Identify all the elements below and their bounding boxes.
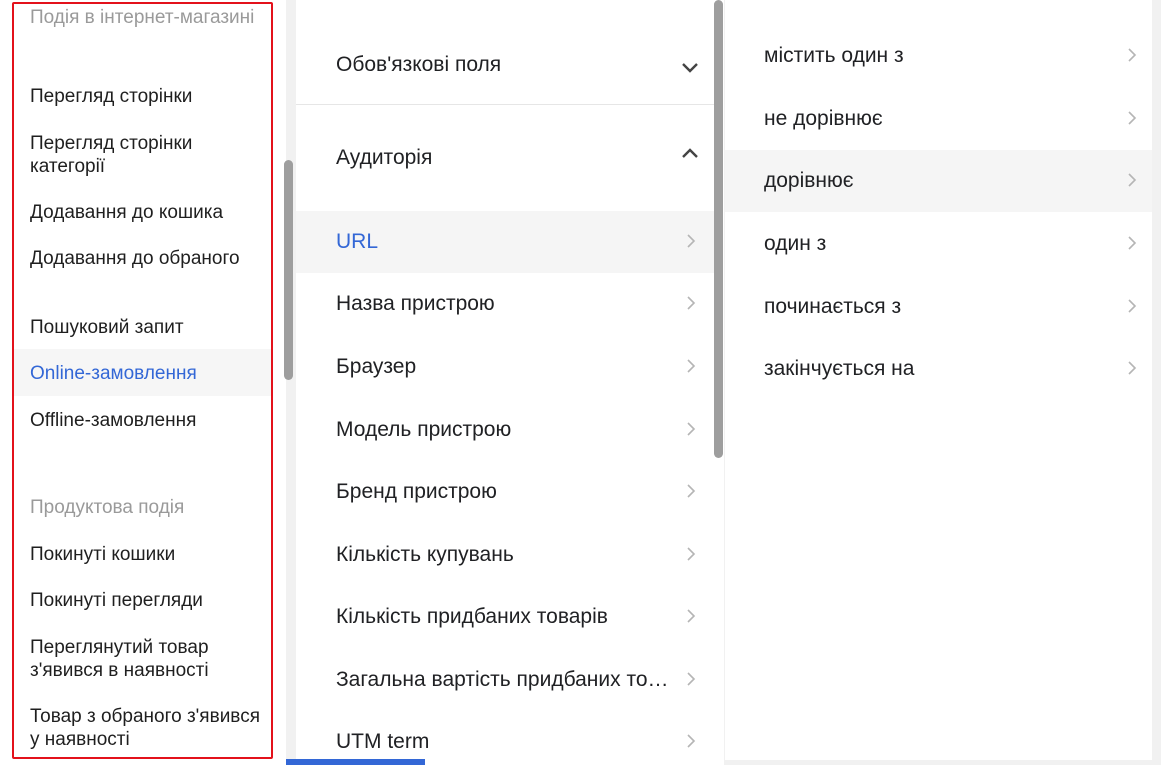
operator-one-of[interactable]: один з xyxy=(725,213,1152,275)
menu-item-offline-order[interactable]: Offline-замовлення xyxy=(13,409,271,432)
chevron-right-icon xyxy=(1128,173,1137,187)
operator-starts-with[interactable]: починається з xyxy=(725,276,1152,338)
menu-item-viewed-back-in-stock[interactable]: Переглянутий товар з'явився в наявності xyxy=(13,636,271,682)
menu-item-favorite-back-in-stock[interactable]: Товар з обраного з'явився у наявності xyxy=(13,705,271,751)
field-item-label: Модель пристрою xyxy=(336,418,512,441)
fields-panel: Обов'язкові поля Аудиторія URL Назва при… xyxy=(296,0,724,765)
fields-scrollbar[interactable] xyxy=(714,0,723,458)
chevron-right-icon xyxy=(687,672,696,686)
event-type-menu: Подія в інтернет-магазині Перегляд сторі… xyxy=(0,0,286,765)
field-item-utm-term[interactable]: UTM term xyxy=(296,711,716,765)
field-item-label: UTM term xyxy=(336,730,430,753)
menu-item-online-order[interactable]: Online-замовлення xyxy=(13,362,271,385)
operator-label: не дорівнює xyxy=(764,107,883,130)
chevron-right-icon xyxy=(687,484,696,498)
menu-item-category-page-view[interactable]: Перегляд сторінки категорії xyxy=(13,132,271,178)
menu-item-abandoned-views[interactable]: Покинуті перегляди xyxy=(13,589,271,612)
field-item-device-brand[interactable]: Бренд пристрою xyxy=(296,461,716,523)
chevron-right-icon xyxy=(687,296,696,310)
operator-label: дорівнює xyxy=(764,169,854,192)
right-edge xyxy=(1152,0,1161,765)
operator-label: закінчується на xyxy=(764,357,915,380)
field-item-label: Загальна вартість придбаних товарів xyxy=(336,668,672,691)
section-audience[interactable]: Аудиторія xyxy=(296,146,716,170)
operator-equals[interactable]: дорівнює xyxy=(725,150,1152,212)
field-item-purchased-goods-count[interactable]: Кількість придбаних товарів xyxy=(296,586,716,648)
operator-label: починається з xyxy=(764,295,902,318)
field-item-label: URL xyxy=(336,230,379,253)
chevron-right-icon xyxy=(1128,299,1137,313)
chevron-right-icon xyxy=(687,234,696,248)
horizontal-scroll-indicator[interactable] xyxy=(286,759,425,765)
field-item-label: Кількість придбаних товарів xyxy=(336,605,608,628)
chevron-right-icon xyxy=(687,547,696,561)
field-item-total-purchase-value[interactable]: Загальна вартість придбаних товарів xyxy=(296,649,716,711)
operator-label: один з xyxy=(764,232,827,255)
field-item-label: Назва пристрою xyxy=(336,292,495,315)
operator-contains-one-of[interactable]: містить один з xyxy=(725,25,1152,87)
chevron-right-icon xyxy=(1128,361,1137,375)
chevron-right-icon xyxy=(1128,236,1137,250)
chevron-down-icon[interactable] xyxy=(680,57,700,77)
menu-item-abandoned-carts[interactable]: Покинуті кошики xyxy=(13,543,271,566)
field-item-device-name[interactable]: Назва пристрою xyxy=(296,273,716,335)
chevron-right-icon xyxy=(687,609,696,623)
section-audience-label: Аудиторія xyxy=(336,146,433,169)
menu-item-page-view[interactable]: Перегляд сторінки xyxy=(13,85,271,108)
section-required-fields-label: Обов'язкові поля xyxy=(336,53,502,76)
field-item-label: Кількість купувань xyxy=(336,543,514,566)
section-divider xyxy=(296,104,716,105)
menu-item-add-to-cart[interactable]: Додавання до кошика xyxy=(13,201,271,224)
field-item-purchase-count[interactable]: Кількість купувань xyxy=(296,524,716,586)
chevron-right-icon xyxy=(687,422,696,436)
chevron-up-icon[interactable] xyxy=(680,143,700,163)
section-required-fields[interactable]: Обов'язкові поля xyxy=(296,53,716,77)
field-item-label: Бренд пристрою xyxy=(336,480,497,503)
chevron-right-icon xyxy=(1128,111,1137,125)
group-header-shop-events: Подія в інтернет-магазині xyxy=(30,7,255,28)
menu-item-add-to-favorites[interactable]: Додавання до обраного xyxy=(13,247,271,270)
chevron-right-icon xyxy=(1128,48,1137,62)
field-item-url[interactable]: URL xyxy=(296,211,716,273)
field-item-browser[interactable]: Браузер xyxy=(296,336,716,398)
chevron-right-icon xyxy=(687,359,696,373)
chevron-right-icon xyxy=(687,734,696,748)
menu-item-search-query[interactable]: Пошуковий запит xyxy=(13,316,271,339)
menu-scrollbar[interactable] xyxy=(284,160,293,380)
field-item-device-model[interactable]: Модель пристрою xyxy=(296,399,716,461)
group-header-product-events: Продуктова подія xyxy=(30,497,185,518)
operator-label: містить один з xyxy=(764,44,904,67)
field-item-label: Браузер xyxy=(336,355,417,378)
operators-panel: містить один з не дорівнює дорівнює один… xyxy=(725,0,1152,760)
operator-ends-with[interactable]: закінчується на xyxy=(725,338,1152,400)
operator-not-equals[interactable]: не дорівнює xyxy=(725,88,1152,150)
